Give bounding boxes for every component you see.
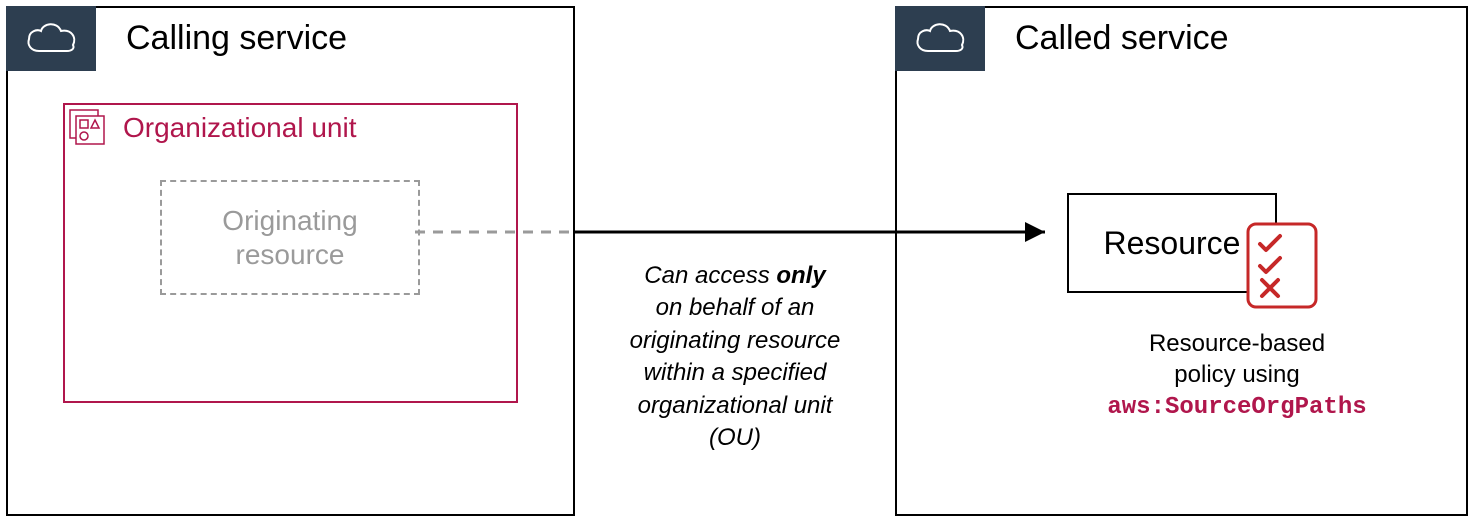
called-service-title: Called service — [1015, 19, 1229, 58]
caption-line4: within a specified — [644, 359, 827, 386]
cloud-icon-box — [6, 6, 96, 71]
ou-icon — [63, 103, 113, 153]
caption-line1a: Can access — [644, 262, 776, 289]
panel-header: Calling service — [6, 6, 347, 71]
organizational-unit-box: Organizational unit Originating resource — [63, 103, 518, 403]
policy-line2: policy using — [1174, 361, 1299, 388]
caption-line6: (OU) — [709, 424, 761, 451]
caption-line3: originating resource — [630, 327, 841, 354]
policy-line1: Resource-based — [1149, 330, 1325, 357]
cloud-icon-box — [895, 6, 985, 71]
calling-service-panel: Calling service Organizational unit Orig… — [6, 6, 575, 516]
access-description: Can access only on behalf of an originat… — [585, 260, 885, 454]
ou-title: Organizational unit — [123, 112, 356, 144]
cloud-icon — [21, 19, 81, 59]
caption-line1b: only — [776, 262, 825, 289]
resource-label: Resource — [1104, 225, 1241, 262]
originating-resource-box: Originating resource — [160, 180, 420, 295]
calling-service-title: Calling service — [126, 19, 347, 58]
panel-header: Called service — [895, 6, 1229, 71]
policy-caption: Resource-based policy using aws:SourceOr… — [1042, 328, 1432, 424]
policy-checklist-icon — [1242, 218, 1322, 318]
ou-header: Organizational unit — [63, 103, 356, 153]
called-service-panel: Called service Resource Resource-based p… — [895, 6, 1468, 516]
cloud-icon — [910, 19, 970, 59]
originating-resource-label: Originating resource — [222, 204, 357, 271]
caption-line5: organizational unit — [638, 392, 833, 419]
caption-line2: on behalf of an — [656, 294, 815, 321]
policy-condition-key: aws:SourceOrgPaths — [1107, 394, 1366, 421]
